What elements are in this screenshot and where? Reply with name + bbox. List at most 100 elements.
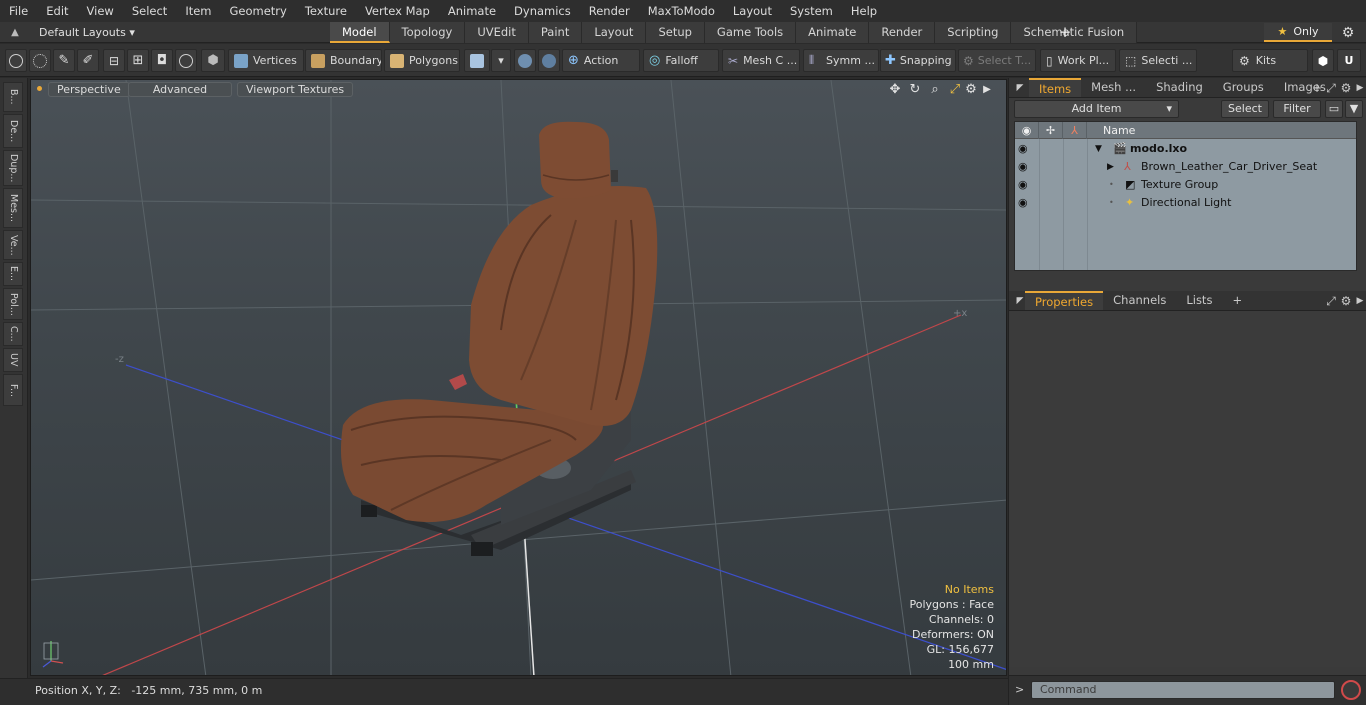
advanced-button[interactable]: Advanced [128, 82, 232, 97]
tab-topology[interactable]: Topology [389, 22, 466, 43]
vertices-button[interactable]: Vertices [228, 49, 304, 72]
tab-scripting[interactable]: Scripting [935, 22, 1012, 43]
tab-setup[interactable]: Setup [646, 22, 705, 43]
tab-items[interactable]: Items [1029, 78, 1082, 97]
snapping-button[interactable]: ✚ Snapping [880, 49, 956, 72]
work-plane-button[interactable]: ▯ Work Pl... [1040, 49, 1116, 72]
material-mode-button[interactable] [464, 49, 490, 72]
tab-render[interactable]: Render [869, 22, 936, 43]
symmetry-button[interactable]: ⫴ Symm ... [803, 49, 879, 72]
perspective-button[interactable]: Perspective [48, 82, 130, 97]
type-column-header[interactable]: ⅄ [1063, 122, 1087, 139]
items-list[interactable]: ◉ ✢ ⅄ Name ◉ ▼ 🎬 modo.lxo ◉ ▶ ⅄ Brown_Le… [1014, 121, 1357, 271]
polygons-button[interactable]: Polygons [384, 49, 460, 72]
list-item-scene[interactable]: ◉ ▼ 🎬 modo.lxo [1015, 140, 1356, 158]
layout-up-icon[interactable]: ▲ [8, 26, 22, 40]
tab-layout[interactable]: Layout [582, 22, 647, 43]
tab-schematic-fusion[interactable]: Schematic Fusion [1011, 22, 1138, 43]
add-tab-icon[interactable]: + [1056, 23, 1074, 41]
collapse-button[interactable]: ▭ [1325, 100, 1343, 118]
menu-layout[interactable]: Layout [724, 0, 781, 22]
mode-dropdown[interactable]: ▾ [491, 49, 511, 72]
tab-game-tools[interactable]: Game Tools [704, 22, 797, 43]
name-column-header[interactable]: Name [1099, 122, 1356, 139]
add-properties-tab-icon[interactable]: + [1222, 291, 1252, 310]
properties-gear-icon[interactable]: ⚙ [1339, 294, 1353, 308]
funnel-button[interactable]: ▼ [1345, 100, 1363, 118]
expand-triangle-icon[interactable]: ▶ [1107, 158, 1114, 176]
properties-expand-icon[interactable]: ⤢ [1324, 294, 1338, 308]
filter-button[interactable]: Filter [1273, 100, 1321, 118]
shield-a-button[interactable] [514, 49, 536, 72]
left-tab-curve[interactable]: C... [3, 322, 23, 346]
panel-menu-icon[interactable]: ◤ [1013, 81, 1027, 95]
record-macro-icon[interactable] [1341, 680, 1361, 700]
tab-model[interactable]: Model [330, 22, 390, 43]
only-button[interactable]: ★ Only [1264, 23, 1332, 42]
select-through-button[interactable]: ⚙ Select T... [958, 49, 1036, 72]
center-button[interactable]: ⊞ [127, 49, 149, 72]
add-item-button[interactable]: Add Item ▾ [1014, 100, 1179, 118]
left-tab-edge[interactable]: E... [3, 262, 23, 286]
visibility-eye-icon[interactable]: ◉ [1018, 197, 1032, 209]
left-tab-vertex[interactable]: Ve... [3, 230, 23, 260]
menu-edit[interactable]: Edit [37, 0, 77, 22]
menu-select[interactable]: Select [123, 0, 176, 22]
tab-properties[interactable]: Properties [1025, 291, 1104, 310]
menu-render[interactable]: Render [580, 0, 639, 22]
expand-triangle-icon[interactable]: ▼ [1095, 140, 1102, 158]
properties-more-icon[interactable]: ▶ [1353, 294, 1366, 308]
tab-uvedit[interactable]: UVEdit [465, 22, 529, 43]
action-center-button[interactable]: ⊕ Action [562, 49, 640, 72]
viewport-menu-dot[interactable] [37, 86, 42, 91]
history-button[interactable] [175, 49, 197, 72]
menu-vertex-map[interactable]: Vertex Map [356, 0, 439, 22]
shield-b-button[interactable] [538, 49, 560, 72]
tab-animate[interactable]: Animate [796, 22, 870, 43]
layout-selector[interactable]: Default Layouts ▾ [34, 24, 144, 41]
tab-lists[interactable]: Lists [1176, 291, 1222, 310]
falloff-button[interactable]: ◎ Falloff [643, 49, 719, 72]
left-tab-mesh-edit[interactable]: Mes... [3, 188, 23, 228]
brush-button[interactable]: ✐ [77, 49, 99, 72]
gear-icon[interactable]: ⚙ [1338, 24, 1358, 42]
menu-file[interactable]: File [0, 0, 37, 22]
lock-column-header[interactable]: ✢ [1039, 122, 1063, 139]
zoom-view-icon[interactable]: ⌕ [927, 82, 943, 98]
list-item-texture-group[interactable]: ◉ • ◩ Texture Group [1015, 176, 1356, 194]
visibility-column-header[interactable]: ◉ [1015, 122, 1039, 139]
left-tab-basic[interactable]: B... [3, 82, 23, 112]
rotate-view-icon[interactable]: ↻ [907, 82, 923, 98]
menu-system[interactable]: System [781, 0, 842, 22]
menu-maxtomodo[interactable]: MaxToModo [639, 0, 724, 22]
panel-expand-icon[interactable]: ⤢ [1324, 81, 1338, 95]
boundary-button[interactable]: Boundary [305, 49, 382, 72]
list-item-light[interactable]: ◉ • ✦ Directional Light [1015, 194, 1356, 212]
left-tab-uv[interactable]: UV [3, 348, 23, 372]
left-tab-fusion[interactable]: F... [3, 374, 23, 406]
menu-animate[interactable]: Animate [439, 0, 505, 22]
left-tab-polygon[interactable]: Pol... [3, 288, 23, 320]
add-panel-tab-icon[interactable]: + [1310, 81, 1324, 95]
visibility-eye-icon[interactable]: ◉ [1018, 143, 1032, 155]
mesh-constraints-button[interactable]: ✂ Mesh C ... [722, 49, 800, 72]
menu-dynamics[interactable]: Dynamics [505, 0, 580, 22]
panel-gear-icon[interactable]: ⚙ [1339, 81, 1353, 95]
maximize-view-icon[interactable]: ⤢ [947, 82, 963, 98]
menu-geometry[interactable]: Geometry [221, 0, 296, 22]
left-tab-deform[interactable]: De... [3, 114, 23, 148]
panel-menu-icon[interactable]: ◤ [1013, 294, 1027, 308]
unity-button[interactable]: ⬢ [1312, 49, 1334, 72]
3d-viewport[interactable]: -z +x Perspective Advanced Viewport Text… [30, 79, 1007, 676]
select-button[interactable]: Select [1221, 100, 1269, 118]
menu-help[interactable]: Help [842, 0, 886, 22]
tab-channels[interactable]: Channels [1103, 291, 1176, 310]
tab-mesh[interactable]: Mesh ... [1081, 78, 1146, 97]
item-mode-button[interactable]: ⬢ [201, 49, 225, 72]
viewport-more-icon[interactable]: ▶ [979, 82, 995, 98]
pivot-button[interactable]: ◘ [151, 49, 173, 72]
viewport-textures-button[interactable]: Viewport Textures [237, 82, 354, 97]
left-tab-duplicate[interactable]: Dup... [3, 150, 23, 186]
items-scrollbar[interactable] [1014, 273, 1357, 283]
unreal-button[interactable]: U [1337, 49, 1361, 72]
